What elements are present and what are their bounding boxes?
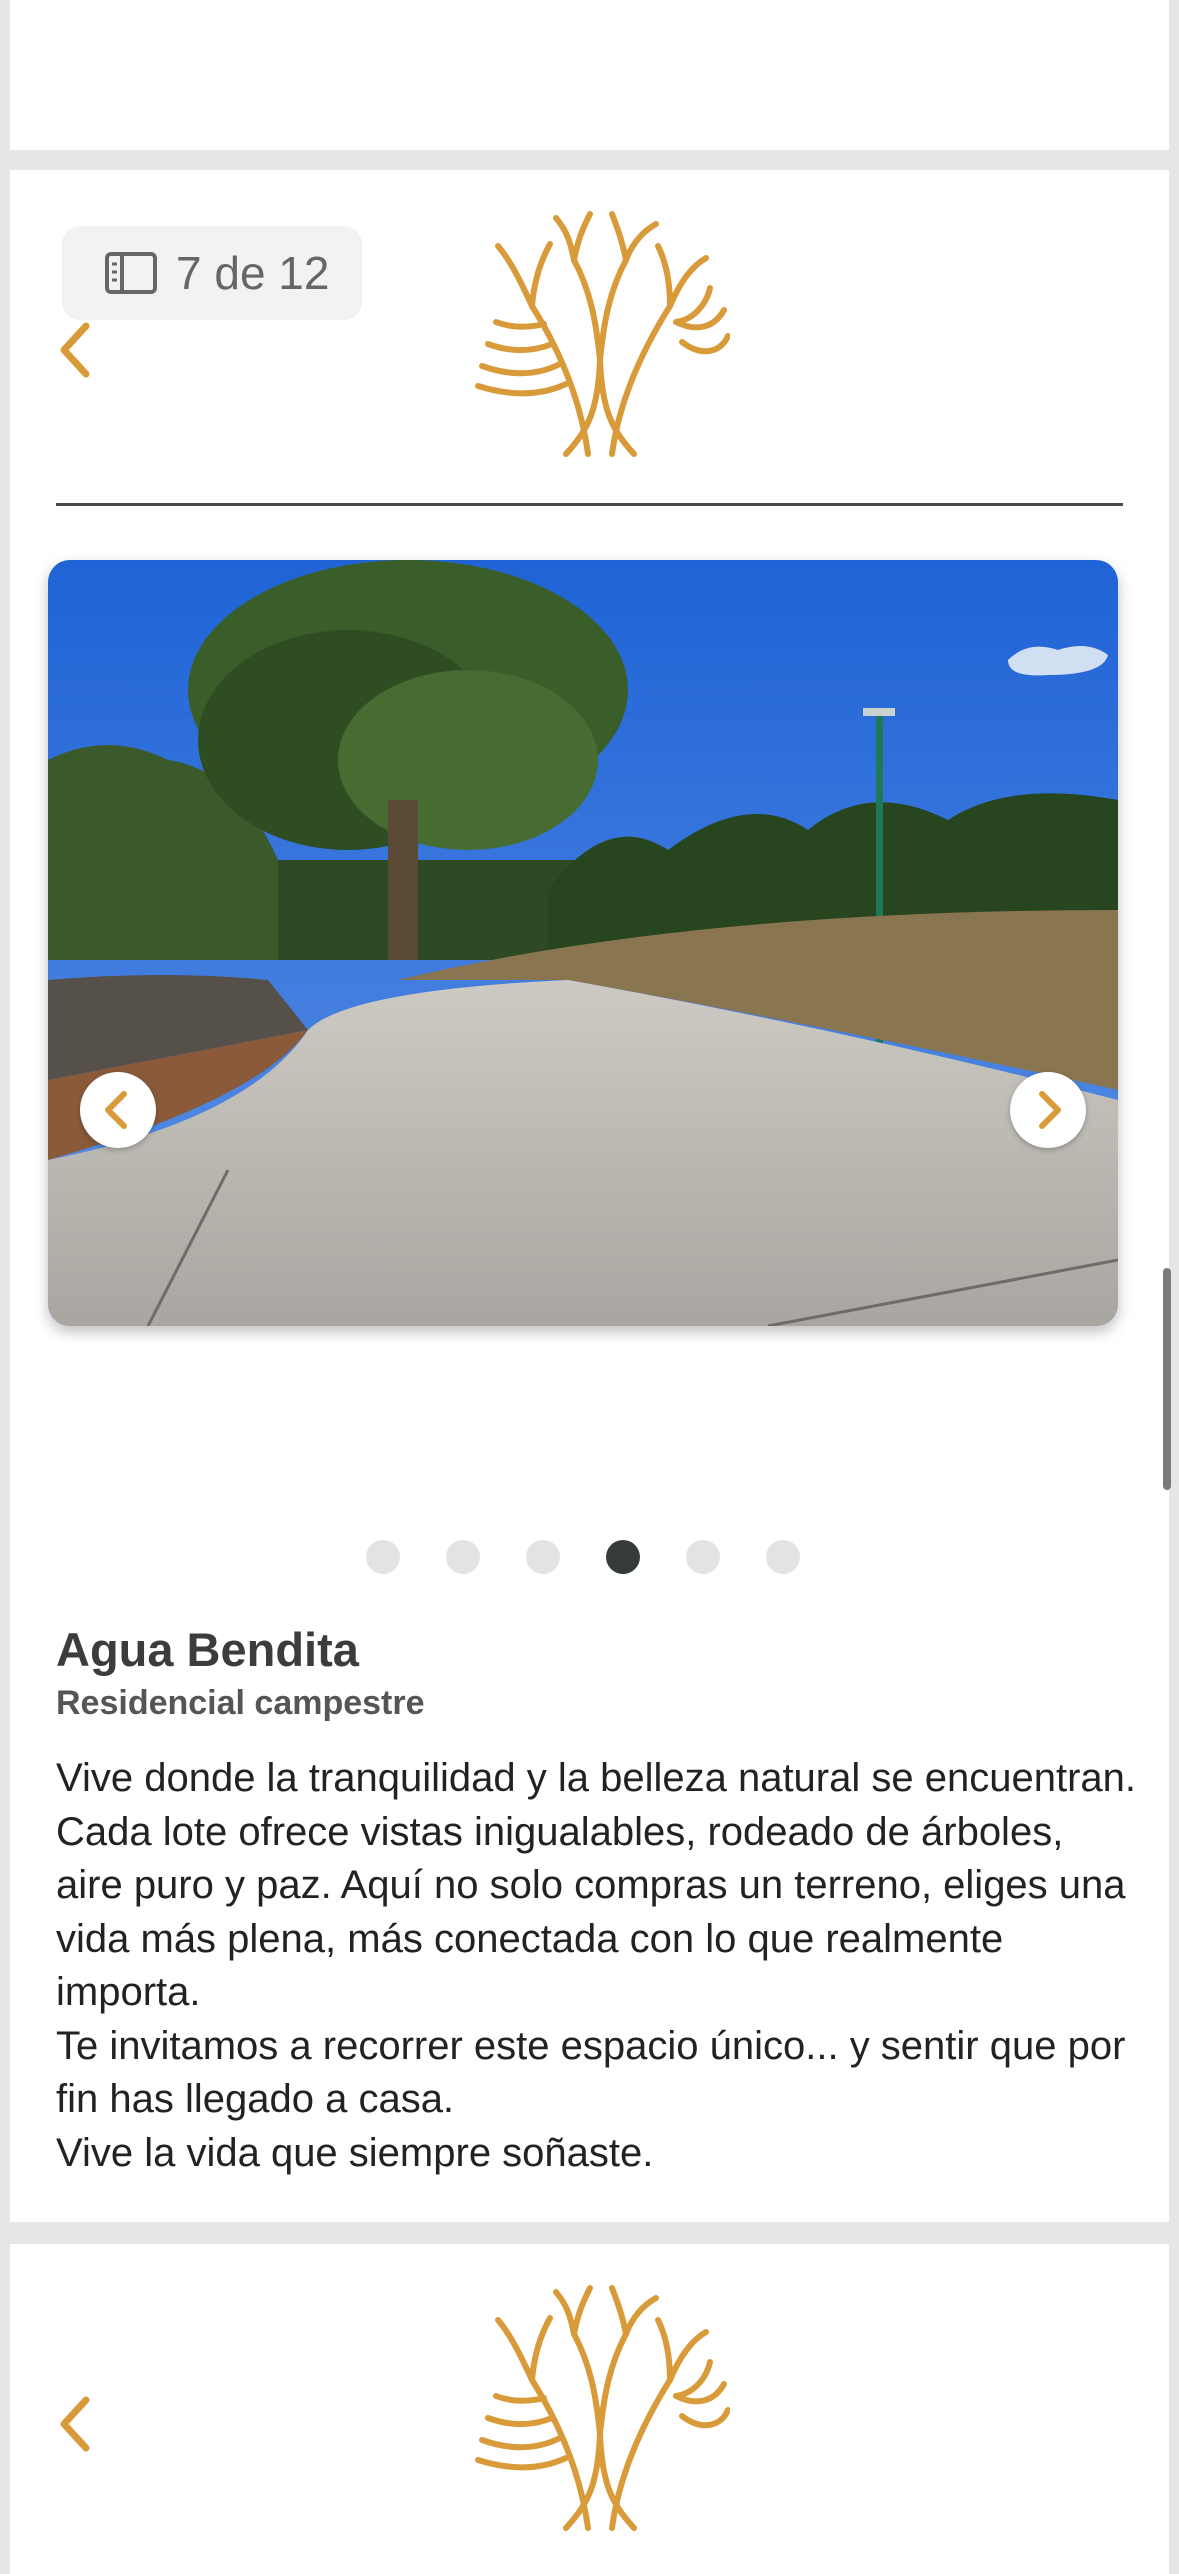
carousel-dot[interactable] — [526, 1540, 560, 1574]
photo-carousel[interactable] — [48, 560, 1118, 1326]
listing-title: Agua Bendita — [56, 1623, 359, 1676]
scrollbar-thumb[interactable] — [1163, 1268, 1171, 1490]
tree-logo-icon — [475, 211, 730, 457]
carousel-pagination — [10, 1540, 1169, 1580]
chevron-right-icon — [1039, 1091, 1061, 1129]
previous-listing-card — [10, 0, 1169, 150]
previous-slide-button[interactable] — [80, 1072, 156, 1148]
carousel-dot[interactable] — [366, 1540, 400, 1574]
tree-logo-icon — [475, 2285, 730, 2531]
chevron-left-icon — [105, 1091, 127, 1129]
list-icon — [105, 252, 157, 294]
carousel-dot-active[interactable] — [606, 1540, 640, 1574]
listing-subtitle: Residencial campestre — [56, 1684, 425, 1722]
listing-card: 7 de 12 Agua Bendita Residencial campest… — [10, 170, 1169, 2222]
next-listing-card — [10, 2244, 1169, 2574]
property-photo — [48, 560, 1118, 1326]
header-divider — [56, 503, 1123, 506]
back-chevron-icon[interactable] — [56, 2394, 96, 2454]
page-indicator-badge: 7 de 12 — [62, 226, 362, 320]
listing-description: Vive donde la tranquilidad y la belleza … — [56, 1756, 1136, 2175]
back-chevron-icon[interactable] — [56, 320, 96, 380]
carousel-dot[interactable] — [446, 1540, 480, 1574]
carousel-dot[interactable] — [766, 1540, 800, 1574]
next-slide-button[interactable] — [1010, 1072, 1086, 1148]
carousel-dot[interactable] — [686, 1540, 720, 1574]
page-indicator-label: 7 de 12 — [176, 247, 330, 299]
